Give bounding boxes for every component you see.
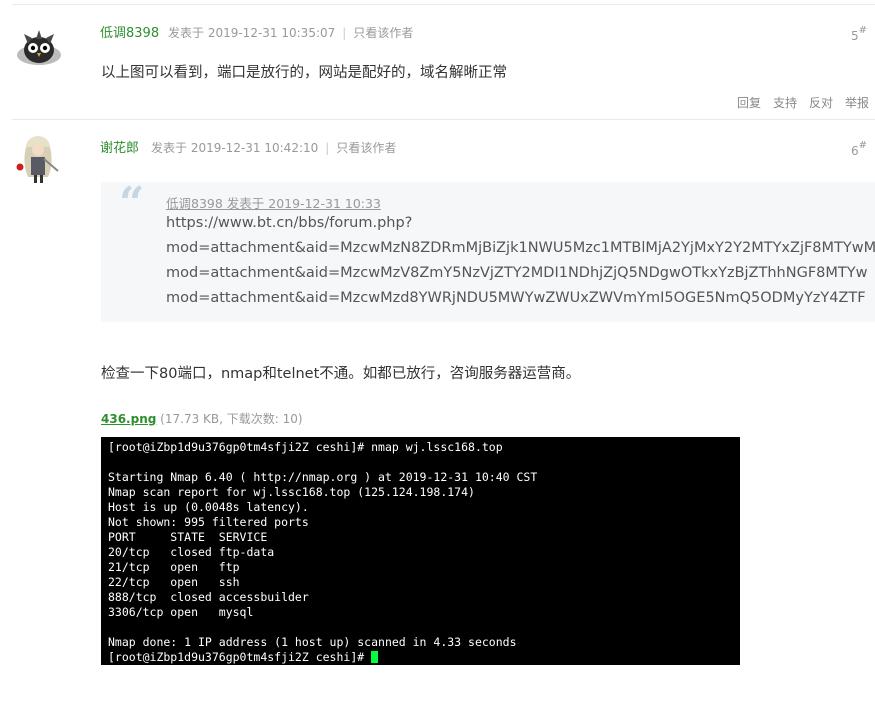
post-content: 以上图可以看到，端口是放行的，网站是配好的，域名解晰正常	[101, 65, 507, 81]
meta-separator: |	[325, 141, 330, 155]
only-author-link[interactable]: 只看该作者	[336, 141, 396, 155]
terminal-line: [root@iZbp1d9u376gp0tm4sfji2Z ceshi]# nm…	[108, 440, 503, 454]
terminal-line: Nmap done: 1 IP address (1 host up) scan…	[108, 635, 517, 649]
post-meta: 发表于 2019-12-31 10:35:07 | 只看该作者	[168, 24, 413, 41]
terminal-prompt: [root@iZbp1d9u376gp0tm4sfji2Z ceshi]#	[108, 650, 372, 664]
reply-button[interactable]: 回复	[737, 96, 761, 110]
quote-line: mod=attachment&aid=MzcwMzV8ZmY5NzVjZTY2M…	[166, 265, 868, 281]
terminal-line: 22/tcp open ssh	[108, 575, 240, 589]
support-button[interactable]: 支持	[773, 96, 797, 110]
terminal-line: 21/tcp open ftp	[108, 560, 240, 574]
terminal-line: 20/tcp closed ftp-data	[108, 545, 275, 559]
post-time: 发表于 2019-12-31 10:42:10	[151, 141, 319, 155]
quote-header[interactable]: 低调8398 发表于 2019-12-31 10:33	[166, 193, 381, 212]
floor-number: 5#	[851, 25, 868, 43]
terminal-line: Starting Nmap 6.40 ( http://nmap.org ) a…	[108, 470, 538, 484]
terminal-prompt-line: [root@iZbp1d9u376gp0tm4sfji2Z ceshi]#	[108, 650, 379, 664]
avatar-post-5[interactable]	[14, 20, 64, 70]
attachment-info: 436.png (17.73 KB, 下载次数: 10)	[101, 410, 303, 427]
quote-block: “ 低调8398 发表于 2019-12-31 10:33 https://ww…	[101, 182, 875, 322]
attachment-link[interactable]: 436.png	[101, 412, 156, 426]
terminal-cursor	[371, 651, 379, 663]
only-author-link[interactable]: 只看该作者	[353, 26, 413, 40]
terminal-screenshot[interactable]: [root@iZbp1d9u376gp0tm4sfji2Z ceshi]# nm…	[101, 437, 740, 665]
floor-mark: #	[858, 140, 868, 151]
meta-separator: |	[342, 26, 347, 40]
avatar-character-icon	[16, 136, 59, 183]
attachment-meta: (17.73 KB, 下载次数: 10)	[160, 412, 303, 426]
post-content: 检查一下80端口，nmap和telnet不通。如都已放行，咨询服务器运营商。	[101, 366, 581, 382]
post-author[interactable]: 谢花郎	[100, 137, 139, 156]
avatar-owl-icon	[17, 30, 61, 65]
post-actions: 回复 支持 反对 举报	[725, 94, 869, 111]
floor-value: 5	[851, 29, 859, 43]
quote-line: mod=attachment&aid=MzcwMzd8YWRjNDU5MWYwZ…	[166, 290, 866, 306]
terminal-line: PORT STATE SERVICE	[108, 530, 268, 544]
terminal-line: 888/tcp closed accessbuilder	[108, 590, 309, 604]
post-meta: 发表于 2019-12-31 10:42:10 | 只看该作者	[151, 139, 396, 156]
avatar-post-6[interactable]	[14, 133, 64, 183]
post-time: 发表于 2019-12-31 10:35:07	[168, 26, 336, 40]
report-button[interactable]: 举报	[845, 96, 869, 110]
terminal-line: Nmap scan report for wj.lssc168.top (125…	[108, 485, 475, 499]
oppose-button[interactable]: 反对	[809, 96, 833, 110]
quote-line: mod=attachment&aid=MzcwMzN8ZDRmMjBiZjk1N…	[166, 240, 875, 256]
quote-mark-icon: “	[119, 182, 145, 229]
terminal-line: Host is up (0.0048s latency).	[108, 500, 309, 514]
divider-top	[12, 4, 875, 5]
floor-value: 6	[851, 144, 859, 158]
quote-line: https://www.bt.cn/bbs/forum.php?	[166, 215, 413, 231]
terminal-line: 3306/tcp open mysql	[108, 605, 254, 619]
divider-post	[12, 119, 875, 120]
floor-number: 6#	[851, 140, 868, 158]
post-author[interactable]: 低调8398	[100, 22, 159, 41]
floor-mark: #	[858, 25, 868, 36]
terminal-line: Not shown: 995 filtered ports	[108, 515, 309, 529]
